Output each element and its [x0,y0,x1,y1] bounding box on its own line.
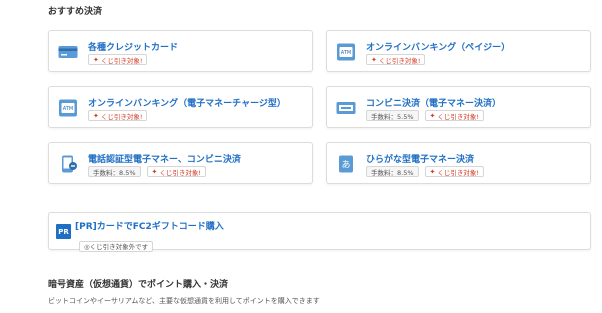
payment-title: 各種クレジットカード [88,43,179,53]
svg-text:あ: あ [341,160,350,171]
lottery-label: くじ引き対象! [159,168,201,177]
lottery-label: くじ引き対象! [100,112,143,121]
payment-title: コンビニ決済（電子マネー決済） [366,99,502,109]
payment-title: 電話認証型電子マネー、コンビニ決済 [88,155,241,165]
sparkle-icon: ✦ [151,167,158,176]
svg-text:ATM: ATM [63,106,73,112]
payment-title: ひらがな型電子マネー決済 [366,155,475,165]
lottery-label: くじ引き対象! [437,168,479,177]
payment-card-phone-auth[interactable]: 電話認証型電子マネー、コンビニ決済 手数料：8.5% ✦ くじ引き対象! [48,142,313,184]
payment-card-convenience-store[interactable]: コンビニ決済（電子マネー決済） 手数料：5.5% ✦ くじ引き対象! [326,86,591,128]
lottery-label: くじ引き対象! [100,56,143,65]
lottery-badge: ✦ くじ引き対象! [88,110,148,121]
payment-card-online-banking-charge[interactable]: ATM オンラインバンキング（電子マネーチャージ型） ✦ くじ引き対象! [48,86,313,128]
credit-card-icon [58,43,78,61]
lottery-badge: ✦ くじ引き対象! [366,54,426,65]
payment-title: オンラインバンキング（電子マネーチャージ型） [88,99,286,109]
lottery-excluded-badge: ◎くじ引き対象外です [79,240,154,252]
recommended-section-title: おすすめ決済 [48,7,103,17]
pr-gift-code-card[interactable]: PR [PR]カードでFC2ギフトコード購入 ◎くじ引き対象外です [48,212,591,252]
pr-title: [PR]カードでFC2ギフトコード購入 [75,222,224,232]
lottery-label: くじ引き対象! [437,112,479,121]
crypto-section-description: ビットコインやイーサリアムなど、主要な仮想通貨を利用してポイントを購入できます [48,297,320,305]
payment-card-credit[interactable]: 各種クレジットカード ✦ くじ引き対象! [48,30,313,72]
crypto-section-title: 暗号資産（仮想通貨）でポイント購入・決済 [48,280,229,290]
atm-icon: ATM [58,99,78,117]
payment-card-hiragana-emoney[interactable]: あ ひらがな型電子マネー決済 手数料：8.5% ✦ くじ引き対象! [326,142,591,184]
fee-badge: 手数料：8.5% [366,166,419,177]
sparkle-icon: ✦ [93,111,99,120]
lottery-badge: ✦ くじ引き対象! [424,110,484,121]
svg-text:ATM: ATM [341,50,351,56]
fee-badge: 手数料：5.5% [366,110,419,121]
payment-card-payeasy[interactable]: ATM オンラインバンキング（ペイジー） ✦ くじ引き対象! [326,30,591,72]
payment-title: オンラインバンキング（ペイジー） [366,43,511,53]
atm-icon: ATM [336,43,356,61]
lottery-badge: ✦ くじ引き対象! [88,54,148,65]
sparkle-icon: ✦ [429,111,436,120]
hiragana-icon: あ [336,155,356,173]
sparkle-icon: ✦ [429,167,436,176]
lottery-badge: ✦ くじ引き対象! [146,166,206,177]
pr-badge-icon: PR [56,224,71,239]
sparkle-icon: ✦ [93,55,99,64]
lottery-label: くじ引き対象! [378,56,421,65]
fee-badge: 手数料：8.5% [88,166,141,177]
phone-icon [58,155,78,173]
convenience-store-icon [336,99,356,117]
sparkle-icon: ✦ [371,55,377,64]
lottery-badge: ✦ くじ引き対象! [424,166,484,177]
